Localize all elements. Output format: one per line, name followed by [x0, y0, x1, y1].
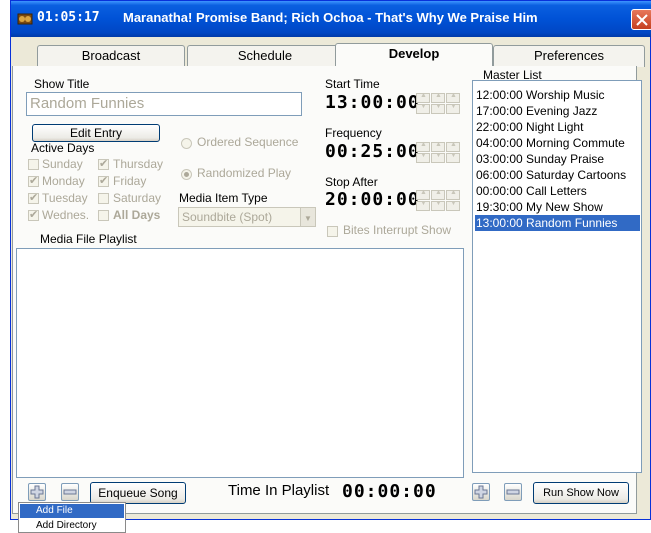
frequency-value: 00:25:00: [325, 141, 420, 162]
thursday-checkbox[interactable]: ✔: [98, 158, 109, 170]
thursday-label: Thursday: [113, 157, 164, 171]
stop-after-spinner[interactable]: ▲ ▲ ▲ ▼ ▼ ▼: [416, 189, 462, 212]
tab-develop[interactable]: Develop: [335, 43, 493, 68]
tab-bar: Broadcast Schedule Develop Preferences: [11, 43, 651, 68]
master-list-item[interactable]: 22:00:00 Night Light: [475, 119, 640, 135]
saturday-checkbox[interactable]: [98, 193, 109, 204]
all-days-label: All Days: [113, 208, 161, 222]
tuesday-label: Tuesday: [42, 191, 88, 205]
tab-preferences[interactable]: Preferences: [493, 45, 645, 67]
stop-after-value: 20:00:00: [325, 189, 420, 210]
title-bar[interactable]: 01:05:17 Maranatha! Promise Band; Rich O…: [11, 1, 651, 37]
media-item-type-label: Media Item Type: [179, 191, 268, 205]
stop-after-label: Stop After: [325, 175, 378, 189]
media-file-playlist-label: Media File Playlist: [40, 232, 137, 246]
add-context-menu: Add File Add Directory: [18, 502, 126, 533]
randomized-play-radio[interactable]: [181, 169, 192, 180]
add-show-button[interactable]: [472, 483, 490, 501]
friday-label: Friday: [113, 174, 147, 188]
chevron-down-icon: ▼: [300, 208, 315, 226]
media-item-type-select[interactable]: Soundbite (Spot) ▼: [178, 207, 316, 227]
master-list-item[interactable]: 00:00:00 Call Letters: [475, 183, 640, 199]
wednesday-checkbox[interactable]: ✔: [28, 209, 39, 221]
remove-show-button[interactable]: [504, 483, 522, 501]
frequency-label: Frequency: [325, 126, 382, 140]
plus-icon: [474, 485, 488, 499]
start-time-value: 13:00:00: [325, 92, 420, 113]
friday-checkbox[interactable]: ✔: [98, 175, 109, 187]
saturday-label: Saturday: [113, 191, 162, 205]
master-list-item[interactable]: 12:00:00 Worship Music: [475, 87, 640, 103]
master-list[interactable]: 12:00:00 Worship Music 17:00:00 Evening …: [472, 80, 642, 473]
now-playing-title: Maranatha! Promise Band; Rich Ochoa - Th…: [123, 10, 538, 25]
run-show-now-button[interactable]: Run Show Now: [533, 482, 629, 504]
wednesday-label: Wednes.: [42, 208, 90, 222]
start-time-label: Start Time: [325, 77, 380, 91]
monday-label: Monday: [42, 174, 85, 188]
sunday-checkbox[interactable]: [28, 159, 39, 170]
menu-item-add-file[interactable]: Add File: [20, 504, 124, 518]
master-list-item[interactable]: 19:30:00 My New Show: [475, 199, 640, 215]
close-icon: [636, 14, 648, 26]
remove-media-button[interactable]: [61, 483, 79, 501]
show-title-label: Show Title: [34, 77, 90, 91]
tab-schedule[interactable]: Schedule: [187, 45, 343, 67]
active-days-label: Active Days: [31, 141, 95, 155]
ordered-sequence-radio[interactable]: [181, 138, 192, 149]
bites-interrupt-checkbox[interactable]: [327, 226, 338, 237]
minus-icon: [63, 489, 77, 495]
time-in-playlist-value: 00:00:00: [342, 481, 437, 502]
ordered-sequence-label: Ordered Sequence: [197, 135, 299, 149]
tuesday-checkbox[interactable]: ✔: [28, 192, 39, 204]
minus-icon: [506, 489, 520, 495]
add-media-button[interactable]: [28, 483, 46, 501]
media-file-playlist[interactable]: [16, 248, 464, 478]
sunday-label: Sunday: [42, 157, 83, 171]
edit-entry-button[interactable]: Edit Entry: [32, 124, 160, 142]
randomized-play-label: Randomized Play: [197, 166, 292, 180]
tab-broadcast[interactable]: Broadcast: [37, 45, 185, 67]
master-list-item[interactable]: 04:00:00 Morning Commute: [475, 135, 640, 151]
time-in-playlist-label: Time In Playlist: [228, 482, 330, 499]
master-list-item[interactable]: 17:00:00 Evening Jazz: [475, 103, 640, 119]
menu-item-add-directory[interactable]: Add Directory: [20, 519, 124, 533]
clock-time: 01:05:17: [37, 10, 100, 25]
close-button[interactable]: [631, 9, 651, 30]
enqueue-song-button[interactable]: Enqueue Song: [90, 482, 186, 504]
start-time-spinner[interactable]: ▲ ▲ ▲ ▼ ▼ ▼: [416, 92, 462, 115]
master-list-item-selected[interactable]: 13:00:00 Random Funnies: [475, 215, 640, 231]
monday-checkbox[interactable]: ✔: [28, 175, 39, 187]
frequency-spinner[interactable]: ▲ ▲ ▲ ▼ ▼ ▼: [416, 141, 462, 164]
master-list-item[interactable]: 03:00:00 Sunday Praise: [475, 151, 640, 167]
media-item-type-value: Soundbite (Spot): [182, 210, 273, 224]
all-days-checkbox[interactable]: [98, 210, 109, 221]
app-icon: [17, 11, 33, 27]
plus-icon: [30, 485, 44, 499]
bites-interrupt-label: Bites Interrupt Show: [343, 223, 452, 237]
master-list-item[interactable]: 06:00:00 Saturday Cartoons: [475, 167, 640, 183]
show-title-input[interactable]: Random Funnies: [26, 92, 302, 116]
